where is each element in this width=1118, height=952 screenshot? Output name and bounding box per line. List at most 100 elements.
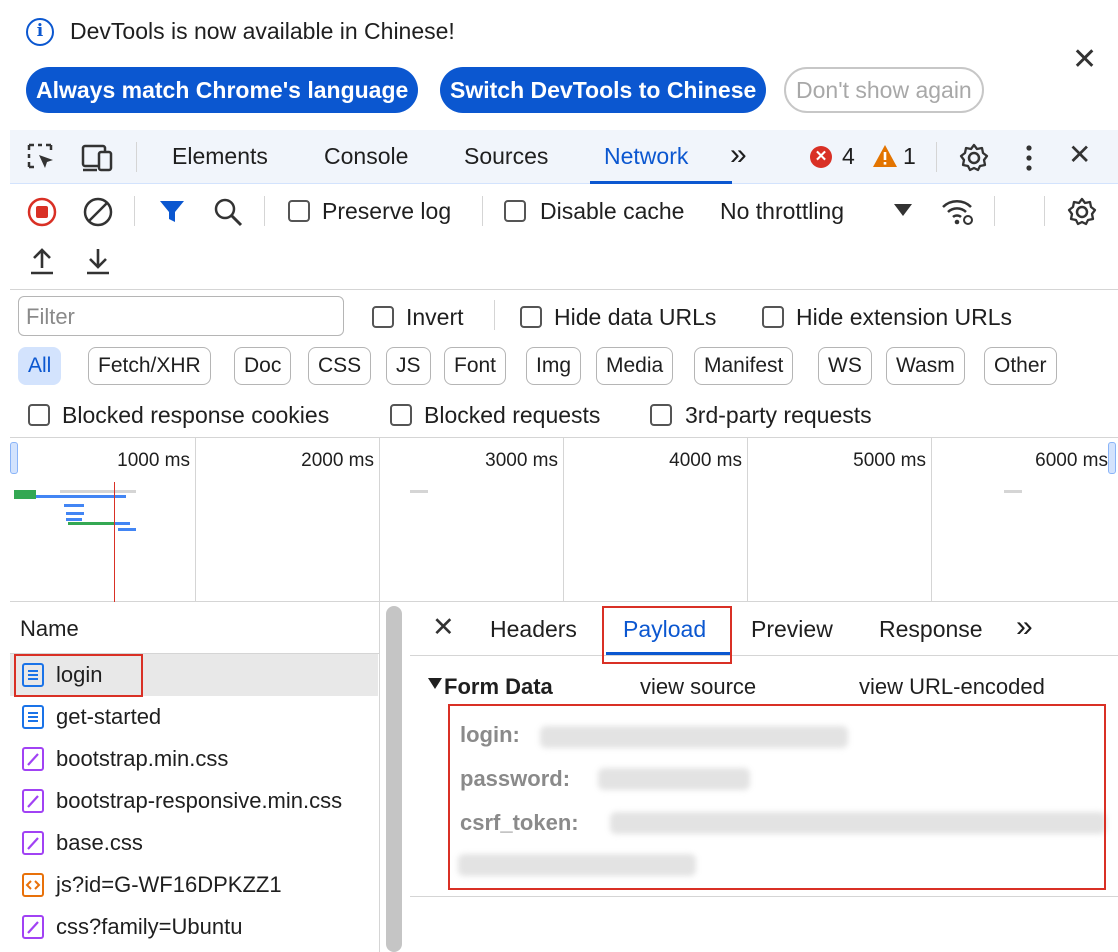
close-detail-icon[interactable]: ✕ <box>432 612 455 643</box>
dont-show-again-button[interactable]: Don't show again <box>784 67 984 113</box>
request-list: Name login get-started bootstrap.min.css… <box>10 602 380 952</box>
preserve-log-label: Preserve log <box>322 198 452 224</box>
blocked-requests-checkbox[interactable] <box>390 404 412 426</box>
type-filter-all[interactable]: All <box>18 347 62 385</box>
view-url-encoded-link[interactable]: view URL-encoded <box>859 674 1045 700</box>
type-filter-img[interactable]: Img <box>526 347 582 385</box>
toolbar-divider <box>134 196 135 226</box>
overview-left-handle[interactable] <box>10 442 18 474</box>
hide-extension-urls-checkbox[interactable] <box>762 306 784 328</box>
blocked-response-cookies-checkbox[interactable] <box>28 404 50 426</box>
clear-icon[interactable] <box>82 196 114 228</box>
more-options-icon[interactable] <box>1024 142 1034 174</box>
type-filter-other[interactable]: Other <box>984 347 1057 385</box>
request-row-bootstrap-css[interactable]: bootstrap.min.css <box>10 738 378 780</box>
detail-tab-preview[interactable]: Preview <box>751 616 833 643</box>
request-row-get-started[interactable]: get-started <box>10 696 378 738</box>
network-overview-timeline[interactable]: 1000 ms 2000 ms 3000 ms 4000 ms 5000 ms … <box>10 438 1118 602</box>
collapse-triangle-icon[interactable] <box>428 678 442 689</box>
type-filter-js[interactable]: JS <box>386 347 431 385</box>
throttling-dropdown-arrow-icon[interactable] <box>894 204 912 216</box>
type-filter-wasm[interactable]: Wasm <box>886 347 965 385</box>
request-row-ubuntu-font-css[interactable]: css?family=Ubuntu <box>10 906 378 948</box>
request-row-gtag-js[interactable]: js?id=G-WF16DPKZZ1 <box>10 864 378 906</box>
timeline-gridline <box>379 438 380 602</box>
close-infobar-icon[interactable]: ✕ <box>1072 42 1097 77</box>
toolbar-divider <box>1044 196 1045 226</box>
tab-network[interactable]: Network <box>604 143 688 170</box>
type-filter-media[interactable]: Media <box>596 347 674 385</box>
waterfall-bar <box>118 528 136 531</box>
tab-console[interactable]: Console <box>324 143 408 170</box>
close-devtools-icon[interactable]: ✕ <box>1068 138 1091 171</box>
waterfall-bar <box>64 504 84 507</box>
always-match-language-button[interactable]: Always match Chrome's language <box>26 67 419 113</box>
type-filter-manifest[interactable]: Manifest <box>694 347 794 385</box>
timeline-gridline <box>563 438 564 602</box>
preserve-log-checkbox[interactable] <box>288 200 310 222</box>
invert-checkbox[interactable] <box>372 306 394 328</box>
filter-input[interactable]: Filter <box>18 296 344 336</box>
request-row-bootstrap-responsive[interactable]: bootstrap-responsive.min.css <box>10 780 378 822</box>
hide-data-urls-label: Hide data URLs <box>554 304 717 330</box>
switch-to-chinese-button[interactable]: Switch DevTools to Chinese <box>440 67 767 113</box>
overview-right-handle[interactable] <box>1108 442 1116 474</box>
type-filter-font[interactable]: Font <box>444 347 507 385</box>
filter-funnel-icon[interactable] <box>158 198 186 226</box>
info-icon: i <box>26 18 54 46</box>
type-filter-fetch-xhr[interactable]: Fetch/XHR <box>88 347 211 385</box>
stop-recording-icon[interactable] <box>26 196 58 228</box>
language-infobar: i DevTools is now available in Chinese! … <box>10 0 1118 130</box>
hide-data-urls-checkbox[interactable] <box>520 306 542 328</box>
more-tabs-icon[interactable]: » <box>730 138 747 172</box>
request-row-base-css[interactable]: base.css <box>10 822 378 864</box>
blocked-response-cookies-label: Blocked response cookies <box>62 402 330 428</box>
stylesheet-icon <box>22 747 44 771</box>
disable-cache-label: Disable cache <box>540 198 685 224</box>
throttling-select[interactable]: No throttling <box>720 198 844 225</box>
network-toolbar: Preserve log Disable cache No throttling <box>10 184 1118 290</box>
view-source-link[interactable]: view source <box>640 674 756 700</box>
more-detail-tabs-icon[interactable]: » <box>1016 610 1033 644</box>
request-name: bootstrap.min.css <box>56 746 229 771</box>
highlight-box <box>14 654 143 697</box>
tab-sources[interactable]: Sources <box>464 143 548 170</box>
detail-tab-bar: ✕ Headers Payload Preview Response » <box>410 602 1118 664</box>
request-name: bootstrap-responsive.min.css <box>56 788 343 813</box>
timeline-gridline <box>195 438 196 602</box>
export-har-download-icon[interactable] <box>84 246 112 276</box>
waterfall-bar <box>68 522 114 525</box>
disable-cache-checkbox[interactable] <box>504 200 526 222</box>
stylesheet-icon <box>22 915 44 939</box>
third-party-requests-checkbox[interactable] <box>650 404 672 426</box>
request-list-scrollbar[interactable] <box>386 606 402 952</box>
device-toolbar-icon[interactable] <box>80 142 116 174</box>
blocked-requests-label: Blocked requests <box>424 402 601 428</box>
devtools-tab-bar: Elements Console Sources Network » ✕ 4 1… <box>10 130 1118 184</box>
network-conditions-wifi-icon[interactable] <box>940 196 976 228</box>
error-count[interactable]: 4 <box>842 143 855 170</box>
type-filter-ws[interactable]: WS <box>818 347 872 385</box>
warning-count[interactable]: 1 <box>903 143 916 170</box>
stylesheet-icon <box>22 831 44 855</box>
network-settings-gear-icon[interactable] <box>1066 196 1098 228</box>
settings-gear-icon[interactable] <box>958 142 990 174</box>
search-icon[interactable] <box>212 196 244 228</box>
type-filter-doc[interactable]: Doc <box>234 347 292 385</box>
type-filter-css[interactable]: CSS <box>308 347 372 385</box>
timeline-gridline <box>747 438 748 602</box>
form-data-title[interactable]: Form Data <box>444 674 553 700</box>
timeline-tick-label: 4000 ms <box>669 450 742 471</box>
request-name: base.css <box>56 830 143 855</box>
tab-elements[interactable]: Elements <box>172 143 268 170</box>
invert-label: Invert <box>406 304 464 330</box>
toolbar-divider <box>994 196 995 226</box>
warning-icon[interactable] <box>872 144 898 173</box>
name-column-header[interactable]: Name <box>10 602 380 654</box>
request-name: get-started <box>56 704 162 729</box>
detail-tab-response[interactable]: Response <box>879 616 983 643</box>
detail-tab-headers[interactable]: Headers <box>490 616 577 643</box>
inspect-element-icon[interactable] <box>26 142 58 174</box>
import-har-upload-icon[interactable] <box>28 246 56 276</box>
error-icon[interactable]: ✕ <box>810 146 832 168</box>
